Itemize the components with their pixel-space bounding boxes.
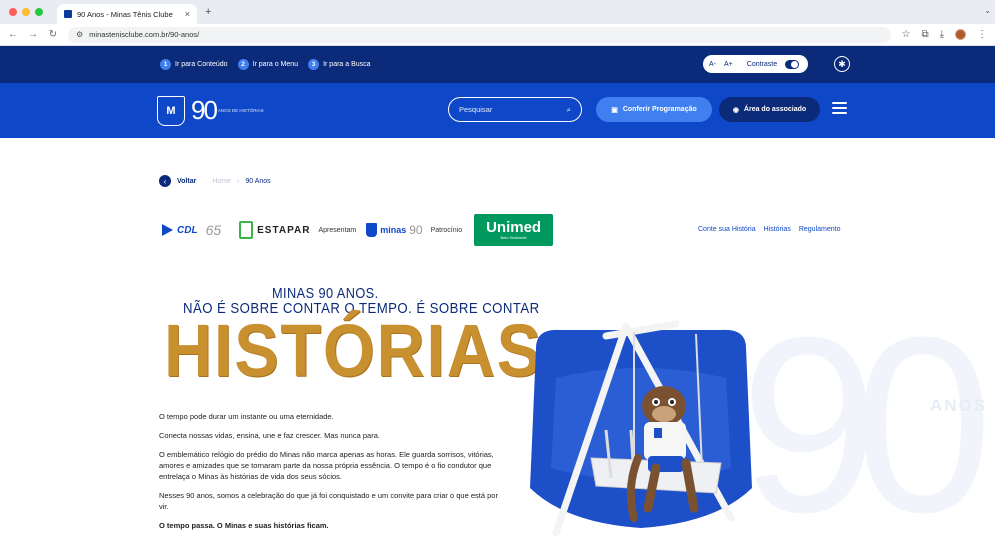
presents-text: Apresentam bbox=[318, 226, 357, 234]
minas-text: minas bbox=[380, 225, 407, 235]
cdl-triangle-icon bbox=[162, 224, 173, 236]
user-circle-icon: ◉ bbox=[732, 106, 739, 114]
cdl-65: 65 bbox=[205, 222, 222, 238]
search-input[interactable]: Pesquisar ⌕ bbox=[448, 97, 582, 122]
breadcrumb-separator: › bbox=[237, 177, 240, 185]
skip-link-label: Ir para a Busca bbox=[323, 61, 371, 68]
profile-avatar[interactable] bbox=[955, 29, 966, 40]
estapar-p-icon bbox=[239, 221, 254, 239]
minas-90: 90 bbox=[409, 223, 423, 237]
hamburger-menu-icon[interactable] bbox=[832, 102, 847, 117]
skip-link-label: Ir para Conteúdo bbox=[175, 61, 228, 68]
minas-logo: minas 90 bbox=[366, 223, 423, 237]
skip-link-content[interactable]: 1 Ir para Conteúdo bbox=[160, 59, 228, 70]
program-button-label: Conferir Programação bbox=[622, 106, 697, 113]
skip-link-label: Ir para o Menu bbox=[252, 61, 299, 68]
url-field[interactable]: ⚙ minastenisclube.com.br/90-anos/ bbox=[68, 26, 892, 43]
copy-paragraph: O tempo pode durar um instante ou uma et… bbox=[159, 412, 334, 421]
copy-closing: O tempo passa. O Minas e suas histórias … bbox=[159, 521, 329, 530]
hero-title: HISTÓRIAS. bbox=[164, 309, 564, 392]
search-placeholder: Pesquisar bbox=[459, 105, 493, 114]
logo-subtitle: ANOS DE HISTÓRIAS bbox=[217, 108, 264, 113]
accessibility-bar: 1 Ir para Conteúdo 2 Ir para o Menu 3 Ir… bbox=[0, 46, 995, 83]
program-button[interactable]: ▣ Conferir Programação bbox=[596, 97, 712, 122]
copy-paragraph: O emblemático relógio do prédio do Minas… bbox=[159, 450, 494, 481]
accessibility-icon[interactable]: ✱ bbox=[834, 56, 850, 72]
calendar-icon: ▣ bbox=[611, 106, 618, 114]
skip-link-search[interactable]: 3 Ir para a Busca bbox=[308, 59, 371, 70]
breadcrumb-home[interactable]: Home bbox=[212, 178, 231, 185]
contrast-toggle[interactable] bbox=[785, 59, 800, 69]
skip-link-menu[interactable]: 2 Ir para o Menu bbox=[237, 59, 299, 70]
skip-links: 1 Ir para Conteúdo 2 Ir para o Menu 3 Ir… bbox=[160, 59, 371, 70]
address-bar: ← → ↻ ⚙ minastenisclube.com.br/90-anos/ … bbox=[0, 24, 995, 46]
unimed-logo: Unimed Belo Horizonte bbox=[474, 214, 554, 246]
breadcrumb-current: 90 Anos bbox=[245, 177, 271, 185]
favicon-icon bbox=[64, 10, 72, 18]
minas-crest-icon: M bbox=[157, 95, 185, 126]
estapar-logo: ESTAPAR bbox=[239, 221, 310, 239]
close-tab-icon[interactable]: × bbox=[185, 9, 190, 19]
unimed-subtext: Belo Horizonte bbox=[500, 235, 527, 240]
close-window-button[interactable] bbox=[9, 8, 17, 16]
link-tell-story[interactable]: Conte sua História bbox=[698, 226, 756, 233]
search-icon[interactable]: ⌕ bbox=[567, 105, 571, 115]
font-decrease-button[interactable]: A- bbox=[709, 61, 716, 68]
mascot-swing-illustration bbox=[530, 320, 752, 537]
cdl-logo: CDL 65 bbox=[162, 222, 221, 238]
story-links: Conte sua História Histórias Regulamento bbox=[698, 226, 840, 233]
associate-button-label: Área do associado bbox=[743, 106, 807, 113]
link-rules[interactable]: Regulamento bbox=[799, 226, 841, 233]
watermark-anos: ANOS bbox=[930, 396, 988, 415]
skip-number-badge: 3 bbox=[308, 59, 320, 70]
reload-icon[interactable]: ↻ bbox=[48, 29, 58, 40]
cdl-text: CDL bbox=[177, 224, 198, 236]
site-header: M 90 ANOS DE HISTÓRIAS Pesquisar ⌕ ▣ Con… bbox=[0, 83, 995, 138]
sponsorship-text: Patrocínio bbox=[430, 226, 463, 234]
minimize-window-button[interactable] bbox=[22, 8, 30, 16]
accessibility-controls: A- A+ Contraste bbox=[703, 55, 808, 73]
forward-arrow-icon[interactable]: → bbox=[28, 29, 38, 40]
font-increase-button[interactable]: A+ bbox=[724, 61, 733, 68]
back-arrow-icon[interactable]: ← bbox=[8, 29, 18, 40]
back-link[interactable]: Voltar bbox=[177, 178, 196, 185]
intro-copy: O tempo pode durar um instante ou uma et… bbox=[159, 411, 501, 539]
site-logo[interactable]: M 90 ANOS DE HISTÓRIAS bbox=[157, 95, 264, 126]
bookmark-star-icon[interactable]: ☆ bbox=[901, 29, 910, 40]
browser-tab-bar: 90 Anos - Minas Tênis Clube × + ⌄ bbox=[0, 0, 995, 24]
sponsors-bar: CDL 65 ESTAPAR Apresentam minas 90 Patro… bbox=[162, 214, 554, 246]
window-controls bbox=[0, 8, 43, 16]
copy-paragraph: Conecta nossas vidas, ensina, une e faz … bbox=[159, 431, 380, 440]
new-tab-button[interactable]: + bbox=[205, 6, 211, 18]
contrast-label: Contraste bbox=[746, 60, 778, 68]
browser-tab[interactable]: 90 Anos - Minas Tênis Clube × bbox=[57, 4, 197, 24]
watermark-90: 90 bbox=[740, 285, 993, 546]
breadcrumb: ‹ Voltar Home › 90 Anos bbox=[159, 175, 271, 187]
extensions-icon[interactable]: ⧉ bbox=[921, 29, 928, 40]
skip-number-badge: 2 bbox=[237, 59, 249, 70]
tab-title: 90 Anos - Minas Tênis Clube bbox=[77, 9, 173, 19]
logo-90-text: 90 bbox=[191, 95, 218, 125]
back-circle-icon[interactable]: ‹ bbox=[159, 175, 171, 187]
download-icon[interactable]: ⤓ bbox=[940, 29, 944, 40]
tab-list-chevron-icon[interactable]: ⌄ bbox=[984, 6, 991, 15]
maximize-window-button[interactable] bbox=[35, 8, 43, 16]
copy-paragraph: Nesses 90 anos, somos a celebração do qu… bbox=[159, 491, 498, 511]
link-stories[interactable]: Histórias bbox=[764, 226, 791, 233]
associate-area-button[interactable]: ◉ Área do associado bbox=[719, 97, 820, 122]
estapar-text: ESTAPAR bbox=[257, 224, 311, 236]
browser-menu-icon[interactable]: ⋮ bbox=[977, 29, 987, 40]
url-text: minastenisclube.com.br/90-anos/ bbox=[89, 30, 200, 39]
site-info-icon[interactable]: ⚙ bbox=[76, 30, 83, 39]
minas-small-crest-icon bbox=[366, 223, 378, 237]
unimed-text: Unimed bbox=[486, 219, 542, 236]
browser-actions: ☆ ⧉ ⤓ ⋮ bbox=[901, 29, 987, 40]
skip-number-badge: 1 bbox=[160, 59, 171, 70]
